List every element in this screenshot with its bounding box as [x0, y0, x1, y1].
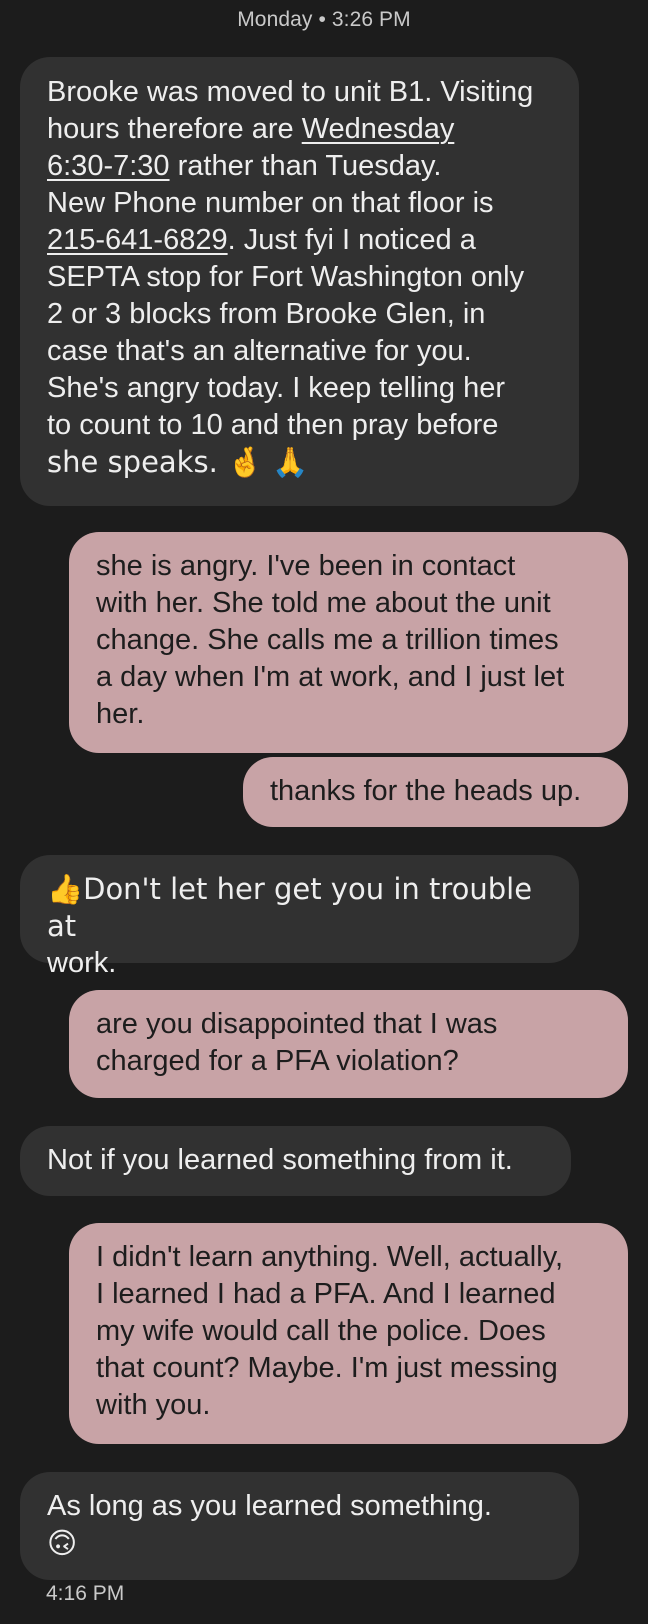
- message-text: my wife would call the police. Does: [96, 1315, 546, 1347]
- time-link[interactable]: 6:30-7:30: [47, 150, 170, 182]
- outgoing-message-bubble[interactable]: I didn't learn anything. Well, actually,…: [69, 1223, 628, 1444]
- incoming-message-bubble[interactable]: Brooke was moved to unit B1. Visiting ho…: [20, 57, 579, 506]
- message-text: Brooke was moved to unit B1. Visiting: [47, 76, 534, 108]
- outgoing-message-bubble[interactable]: thanks for the heads up.: [243, 757, 628, 827]
- message-text: . Just fyi I noticed a: [227, 224, 476, 256]
- message-text: she is angry. I've been in contact: [96, 550, 516, 582]
- message-text: that count? Maybe. I'm just messing: [96, 1352, 558, 1384]
- message-text: with her. She told me about the unit: [96, 587, 551, 619]
- message-text: thanks for the heads up.: [270, 775, 582, 807]
- message-text-line: 6:30-7:30 rather than Tuesday.: [47, 148, 552, 185]
- message-text: 2 or 3 blocks from Brooke Glen, in: [47, 298, 486, 330]
- conversation-date-timestamp: Monday • 3:26 PM: [237, 8, 411, 31]
- message-text: a day when I'm at work, and I just let: [96, 661, 565, 693]
- message-text: are you disappointed that I was: [96, 1008, 498, 1040]
- phone-number-link[interactable]: 215-641-6829: [47, 224, 228, 256]
- incoming-message-bubble[interactable]: Not if you learned something from it.: [20, 1126, 571, 1196]
- message-text: she speaks. 🤞 🙏: [47, 445, 309, 479]
- outgoing-message-bubble[interactable]: she is angry. I've been in contact with …: [69, 532, 628, 753]
- message-text: As long as you learned something.: [47, 1490, 492, 1522]
- message-timestamp: 4:16 PM: [46, 1582, 125, 1605]
- incoming-message-bubble[interactable]: As long as you learned something. 🙃: [20, 1472, 579, 1580]
- message-text: New Phone number on that floor is: [47, 187, 494, 219]
- message-text-line: 215-641-6829. Just fyi I noticed a: [47, 222, 552, 259]
- message-text: charged for a PFA violation?: [96, 1045, 459, 1077]
- message-text: Not if you learned something from it.: [47, 1144, 513, 1176]
- message-text: I learned I had a PFA. And I learned: [96, 1278, 556, 1310]
- message-text: rather than Tuesday.: [169, 150, 442, 182]
- message-text-line: hours therefore are Wednesday: [47, 111, 552, 148]
- message-text: SEPTA stop for Fort Washington only: [47, 261, 525, 293]
- message-text: her.: [96, 698, 145, 730]
- message-text: 🙃: [47, 1526, 78, 1560]
- message-text: case that's an alternative for you.: [47, 335, 472, 367]
- message-text: She's angry today. I keep telling her: [47, 372, 505, 404]
- message-text: with you.: [96, 1389, 211, 1421]
- date-link[interactable]: Wednesday: [302, 113, 455, 145]
- message-text: hours therefore are: [47, 113, 302, 145]
- message-text: work.: [47, 947, 117, 979]
- message-text: I didn't learn anything. Well, actually,: [96, 1241, 564, 1273]
- outgoing-message-bubble[interactable]: are you disappointed that I was charged …: [69, 990, 628, 1098]
- message-text: change. She calls me a trillion times: [96, 624, 559, 656]
- message-text: to count to 10 and then pray before: [47, 409, 499, 441]
- incoming-message-bubble[interactable]: 👍Don't let her get you in trouble at wor…: [20, 855, 579, 979]
- message-text: 👍Don't let her get you in trouble at: [47, 872, 533, 943]
